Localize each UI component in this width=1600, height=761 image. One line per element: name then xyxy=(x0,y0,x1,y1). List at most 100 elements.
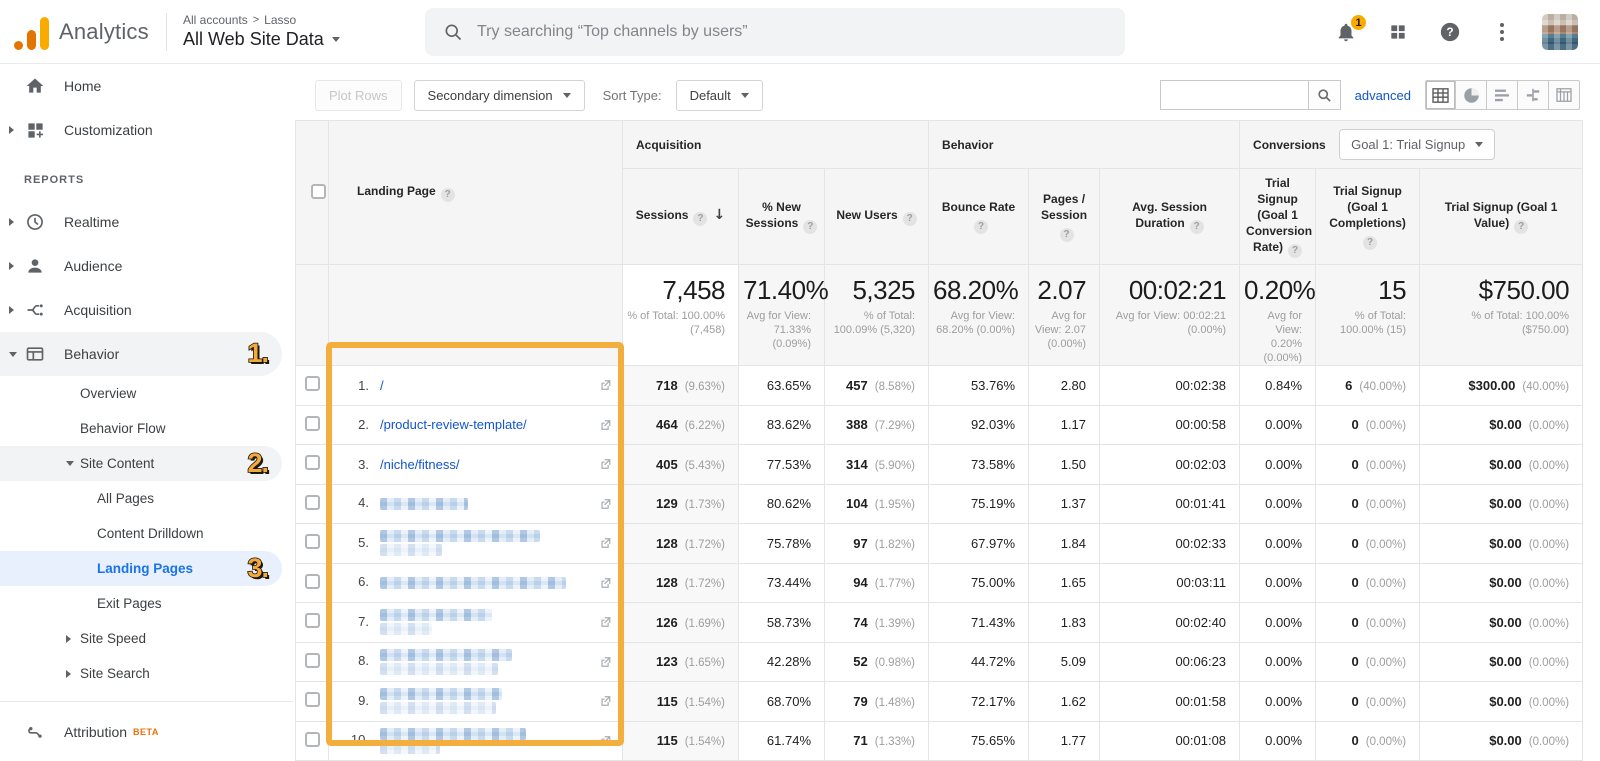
sidebar-item-behavior-flow[interactable]: Behavior Flow xyxy=(0,411,293,446)
open-in-new-icon[interactable] xyxy=(599,616,612,629)
open-in-new-icon[interactable] xyxy=(599,695,612,708)
table-search-input[interactable] xyxy=(1160,80,1308,110)
help-icon[interactable] xyxy=(693,212,707,226)
expand-arrow-right-icon[interactable] xyxy=(9,126,14,134)
table-search-button[interactable] xyxy=(1308,80,1341,110)
landing-page-link[interactable]: /product-review-template/ xyxy=(380,417,527,432)
column-header-conv-rate[interactable]: Trial Signup (Goal 1 Conversion Rate) xyxy=(1240,169,1316,265)
column-header-sessions[interactable]: Sessions↓ xyxy=(623,169,739,265)
sidebar-item-site-speed[interactable]: Site Speed xyxy=(0,621,293,656)
row-checkbox[interactable] xyxy=(305,732,320,747)
header-search[interactable] xyxy=(425,8,1125,56)
sidebar-item-audience[interactable]: Audience xyxy=(0,244,293,288)
pivot-view-button[interactable] xyxy=(1549,80,1580,110)
row-checkbox[interactable] xyxy=(305,376,320,391)
sidebar-item-site-search[interactable]: Site Search xyxy=(0,656,293,691)
sidebar-item-all-pages[interactable]: All Pages xyxy=(0,481,293,516)
table-row: 8.123(1.65%)42.28%52(0.98%)44.72%5.0900:… xyxy=(296,642,1583,682)
comparison-view-button[interactable] xyxy=(1518,80,1549,110)
expand-arrow-right-icon[interactable] xyxy=(9,306,14,314)
sidebar-item-content-drilldown[interactable]: Content Drilldown xyxy=(0,516,293,551)
landing-page-cell: 8. xyxy=(329,642,623,682)
expand-arrow-right-icon[interactable] xyxy=(66,635,71,643)
group-header-conversions: Conversions Goal 1: Trial Signup xyxy=(1240,121,1583,169)
global-search-input[interactable] xyxy=(477,23,1077,41)
landing-page-link[interactable]: /niche/fitness/ xyxy=(380,457,460,472)
expand-arrow-right-icon[interactable] xyxy=(9,262,14,270)
help-icon[interactable] xyxy=(974,220,988,234)
column-header-landing-page[interactable]: Landing Page xyxy=(329,121,623,265)
open-in-new-icon[interactable] xyxy=(599,734,612,747)
row-checkbox[interactable] xyxy=(305,416,320,431)
help-icon[interactable] xyxy=(1190,220,1204,234)
expand-arrow-right-icon[interactable] xyxy=(9,218,14,226)
property-selector[interactable]: All Web Site Data xyxy=(183,29,340,50)
secondary-dimension-button[interactable]: Secondary dimension xyxy=(414,80,585,111)
notifications-bell-icon[interactable]: 1 xyxy=(1334,20,1358,44)
row-checkbox[interactable] xyxy=(305,455,320,470)
help-icon[interactable] xyxy=(441,188,455,202)
sidebar-item-exit-pages[interactable]: Exit Pages xyxy=(0,586,293,621)
advanced-link[interactable]: advanced xyxy=(1355,88,1411,103)
help-icon[interactable] xyxy=(1514,220,1528,234)
plot-rows-button[interactable]: Plot Rows xyxy=(315,80,402,111)
open-in-new-icon[interactable] xyxy=(599,379,612,392)
apps-grid-icon[interactable] xyxy=(1386,20,1410,44)
sidebar-item-acquisition[interactable]: Acquisition xyxy=(0,288,293,332)
performance-view-button[interactable] xyxy=(1487,80,1518,110)
sort-type-button[interactable]: Default xyxy=(676,80,763,111)
sidebar-item-overview[interactable]: Overview xyxy=(0,376,293,411)
new-sessions-cell: 77.53% xyxy=(739,445,825,485)
percentage-view-button[interactable] xyxy=(1456,80,1487,110)
main-content: Plot Rows Secondary dimension Sort Type:… xyxy=(293,64,1600,755)
open-in-new-icon[interactable] xyxy=(599,497,612,510)
help-circle-icon[interactable]: ? xyxy=(1438,20,1462,44)
open-in-new-icon[interactable] xyxy=(599,655,612,668)
breadcrumb-all-accounts[interactable]: All accounts xyxy=(183,13,248,27)
bounce-rate-cell: 71.43% xyxy=(929,603,1029,643)
table-view-button[interactable] xyxy=(1425,80,1456,110)
avatar[interactable] xyxy=(1542,14,1578,50)
row-checkbox[interactable] xyxy=(305,495,320,510)
column-header-pages-session[interactable]: Pages / Session xyxy=(1029,169,1100,265)
expand-arrow-down-icon[interactable] xyxy=(66,461,74,466)
open-in-new-icon[interactable] xyxy=(599,418,612,431)
help-icon[interactable] xyxy=(1060,228,1074,242)
kebab-menu-icon[interactable] xyxy=(1490,20,1514,44)
row-checkbox[interactable] xyxy=(305,653,320,668)
breadcrumb[interactable]: All accounts > Lasso xyxy=(183,13,340,27)
help-icon[interactable] xyxy=(803,220,817,234)
sidebar-item-landing-pages[interactable]: Landing Pages3. xyxy=(0,551,282,586)
sidebar-item-label: Realtime xyxy=(64,214,119,230)
column-header-completions[interactable]: Trial Signup (Goal 1 Completions) xyxy=(1316,169,1420,265)
sidebar-item-label: Home xyxy=(64,78,101,94)
open-in-new-icon[interactable] xyxy=(599,576,612,589)
sidebar-item-home[interactable]: Home xyxy=(0,64,293,108)
sidebar-item-attribution[interactable]: AttributionBETA xyxy=(0,710,293,754)
row-checkbox[interactable] xyxy=(305,534,320,549)
row-checkbox[interactable] xyxy=(305,574,320,589)
column-header-bounce-rate[interactable]: Bounce Rate xyxy=(929,169,1029,265)
expand-arrow-right-icon[interactable] xyxy=(66,670,71,678)
help-icon[interactable] xyxy=(1288,244,1302,258)
sidebar-item-behavior[interactable]: Behavior1. xyxy=(0,332,282,376)
logo-area[interactable]: Analytics xyxy=(0,14,164,50)
column-header-avg-duration[interactable]: Avg. Session Duration xyxy=(1100,169,1240,265)
sidebar-item-realtime[interactable]: Realtime xyxy=(0,200,293,244)
help-icon[interactable] xyxy=(903,212,917,226)
breadcrumb-account[interactable]: Lasso xyxy=(264,13,296,27)
column-header-new-sessions[interactable]: % New Sessions xyxy=(739,169,825,265)
row-checkbox[interactable] xyxy=(305,613,320,628)
open-in-new-icon[interactable] xyxy=(599,537,612,550)
help-icon[interactable] xyxy=(1363,236,1377,250)
open-in-new-icon[interactable] xyxy=(599,458,612,471)
column-header-new-users[interactable]: New Users xyxy=(825,169,929,265)
goal-selector[interactable]: Goal 1: Trial Signup xyxy=(1339,129,1495,160)
sidebar-item-site-content[interactable]: Site Content2. xyxy=(0,446,282,481)
select-all-checkbox[interactable] xyxy=(311,184,326,199)
row-checkbox[interactable] xyxy=(305,692,320,707)
sidebar-item-customization[interactable]: Customization xyxy=(0,108,293,152)
landing-page-link[interactable]: / xyxy=(380,378,384,393)
column-header-value[interactable]: Trial Signup (Goal 1 Value) xyxy=(1420,169,1583,265)
expand-arrow-down-icon[interactable] xyxy=(9,352,17,357)
